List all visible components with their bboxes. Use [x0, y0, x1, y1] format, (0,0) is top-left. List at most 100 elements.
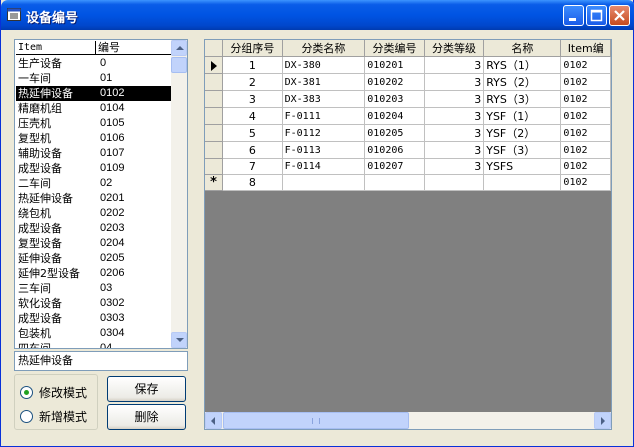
scroll-left-button[interactable]: [205, 412, 222, 429]
list-vertical-scrollbar[interactable]: [171, 40, 187, 348]
row-selector[interactable]: [205, 73, 224, 91]
grid-cell[interactable]: F-0112: [282, 124, 366, 142]
grid-cell[interactable]: 3: [424, 73, 485, 91]
grid-horizontal-scrollbar[interactable]: [205, 412, 611, 429]
grid-cell[interactable]: 0102: [560, 73, 611, 91]
grid-cell[interactable]: 5: [222, 124, 283, 142]
grid-corner[interactable]: [205, 40, 224, 57]
grid-cell[interactable]: 010206: [364, 141, 425, 159]
grid-cell[interactable]: 0102: [560, 107, 611, 125]
table-row[interactable]: 5 F-0112 010205 3 YSF（2） 0102: [205, 124, 611, 142]
list-item[interactable]: 精磨机组 0104: [16, 101, 171, 116]
grid-cell[interactable]: 1: [222, 56, 283, 74]
list-item[interactable]: 成型设备 0109: [16, 161, 171, 176]
delete-button[interactable]: 删除: [107, 404, 186, 430]
grid-cell[interactable]: 7: [222, 158, 283, 175]
grid-cell[interactable]: 4: [222, 107, 283, 125]
list-item[interactable]: 辅助设备 0107: [16, 146, 171, 161]
list-item[interactable]: 二车间 02: [16, 176, 171, 191]
add-mode-radio[interactable]: 新增模式: [20, 407, 98, 425]
grid-cell[interactable]: [424, 174, 485, 191]
list-item[interactable]: 延伸设备 0205: [16, 251, 171, 266]
grid-cell[interactable]: 010201: [364, 56, 425, 74]
row-selector[interactable]: *: [205, 174, 224, 191]
table-row[interactable]: 3 DX-383 010203 3 RYS（3） 0102: [205, 90, 611, 108]
grid-cell[interactable]: 010203: [364, 90, 425, 108]
grid-cell[interactable]: DX-383: [282, 90, 366, 108]
table-row[interactable]: 7 F-0114 010207 3 YSFS 0102: [205, 158, 611, 175]
data-grid[interactable]: 分组序号 分类名称 分类编号 分类等级 名称 Item编 1 DX-380 010201 3 RY…: [204, 39, 612, 430]
selected-item-field[interactable]: 热延伸设备: [14, 351, 188, 371]
grid-cell[interactable]: 3: [424, 90, 485, 108]
grid-cell[interactable]: 010205: [364, 124, 425, 142]
grid-cell[interactable]: 0102: [560, 56, 611, 74]
list-item[interactable]: 复型设备 0204: [16, 236, 171, 251]
grid-column-header[interactable]: 分类编号: [364, 40, 425, 57]
grid-cell[interactable]: 0102: [560, 124, 611, 142]
grid-cell[interactable]: YSF（2）: [483, 124, 562, 142]
row-selector[interactable]: [205, 141, 224, 159]
close-button[interactable]: [609, 5, 630, 26]
list-item[interactable]: 热延伸设备 0102: [16, 86, 171, 101]
list-item[interactable]: 三车间 03: [16, 281, 171, 296]
grid-cell[interactable]: 3: [424, 141, 485, 159]
table-row[interactable]: 1 DX-380 010201 3 RYS（1） 0102: [205, 56, 611, 74]
grid-cell[interactable]: 3: [222, 90, 283, 108]
list-item[interactable]: 四车间 04: [16, 341, 171, 348]
grid-cell[interactable]: RYS（2）: [483, 73, 562, 91]
row-selector[interactable]: [205, 56, 224, 74]
grid-column-header[interactable]: 分组序号: [222, 40, 283, 57]
grid-cell[interactable]: YSFS: [483, 158, 562, 175]
list-item[interactable]: 延伸2型设备 0206: [16, 266, 171, 281]
edit-mode-radio[interactable]: 修改模式: [20, 383, 98, 401]
list-item[interactable]: 软化设备 0302: [16, 296, 171, 311]
save-button[interactable]: 保存: [107, 376, 186, 402]
grid-cell[interactable]: YSF（1）: [483, 107, 562, 125]
grid-cell[interactable]: 2: [222, 73, 283, 91]
grid-cell[interactable]: [282, 174, 366, 191]
row-selector[interactable]: [205, 124, 224, 142]
list-item[interactable]: 绕包机 0202: [16, 206, 171, 221]
list-item[interactable]: 成型设备 0303: [16, 311, 171, 326]
grid-cell[interactable]: DX-381: [282, 73, 366, 91]
grid-cell[interactable]: 3: [424, 56, 485, 74]
grid-cell[interactable]: 3: [424, 124, 485, 142]
grid-cell[interactable]: DX-380: [282, 56, 366, 74]
table-row[interactable]: * 8 0102: [205, 174, 611, 191]
maximize-button[interactable]: [586, 5, 607, 26]
grid-cell[interactable]: 0102: [560, 90, 611, 108]
grid-cell[interactable]: 0102: [560, 141, 611, 159]
grid-cell[interactable]: 010204: [364, 107, 425, 125]
grid-cell[interactable]: F-0111: [282, 107, 366, 125]
scroll-down-button[interactable]: [171, 332, 187, 348]
grid-column-header[interactable]: 名称: [483, 40, 562, 57]
grid-cell[interactable]: 010202: [364, 73, 425, 91]
scroll-up-button[interactable]: [171, 40, 187, 56]
grid-cell[interactable]: 3: [424, 107, 485, 125]
title-bar[interactable]: 设备编号: [1, 0, 634, 30]
minimize-button[interactable]: [563, 5, 584, 26]
grid-cell[interactable]: F-0113: [282, 141, 366, 159]
grid-scroll-thumb[interactable]: [223, 412, 409, 429]
list-item[interactable]: 热延伸设备 0201: [16, 191, 171, 206]
grid-column-header[interactable]: 分类名称: [282, 40, 366, 57]
list-item[interactable]: 一车间 01: [16, 71, 171, 86]
list-item[interactable]: 复型机 0106: [16, 131, 171, 146]
grid-cell[interactable]: 010207: [364, 158, 425, 175]
grid-cell[interactable]: [483, 174, 562, 191]
grid-cell[interactable]: RYS（3）: [483, 90, 562, 108]
grid-column-header[interactable]: Item编: [560, 40, 611, 57]
list-item[interactable]: 包装机 0304: [16, 326, 171, 341]
list-item[interactable]: 压壳机 0105: [16, 116, 171, 131]
grid-cell[interactable]: 0102: [560, 174, 611, 191]
grid-cell[interactable]: F-0114: [282, 158, 366, 175]
grid-cell[interactable]: 6: [222, 141, 283, 159]
table-row[interactable]: 4 F-0111 010204 3 YSF（1） 0102: [205, 107, 611, 125]
equipment-list[interactable]: Item 编号 生产设备 0 一车间 01 热延伸设备 0102 精磨机组 0104 压壳机 01…: [14, 39, 188, 349]
row-selector[interactable]: [205, 107, 224, 125]
table-row[interactable]: 2 DX-381 010202 3 RYS（2） 0102: [205, 73, 611, 91]
grid-cell[interactable]: 3: [424, 158, 485, 175]
row-selector[interactable]: [205, 90, 224, 108]
grid-cell[interactable]: RYS（1）: [483, 56, 562, 74]
row-selector[interactable]: [205, 158, 224, 175]
